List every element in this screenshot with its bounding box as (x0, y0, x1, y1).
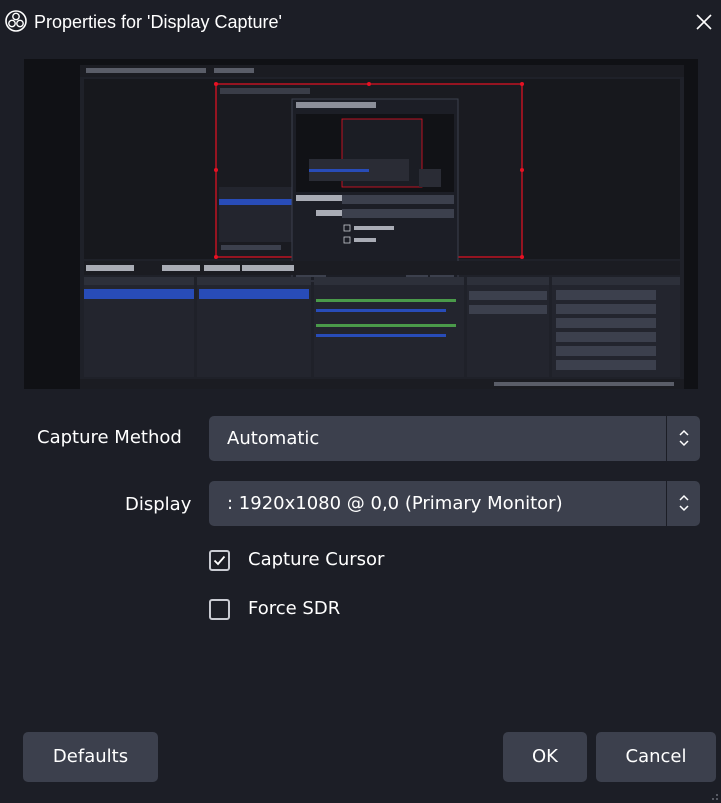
resize-grip-icon[interactable] (709, 791, 719, 801)
ok-button[interactable]: OK (503, 732, 587, 782)
obs-logo-icon (5, 10, 27, 32)
display-label: Display (125, 494, 192, 515)
up-down-chevron-icon (679, 494, 689, 512)
checkmark-icon (213, 555, 226, 566)
capture-method-value: Automatic (227, 428, 320, 449)
title-bar: Properties for 'Display Capture' (0, 0, 721, 44)
display-spinner[interactable] (666, 481, 700, 526)
window-title: Properties for 'Display Capture' (34, 12, 282, 32)
capture-method-spinner[interactable] (666, 416, 700, 461)
capture-method-label: Capture Method (37, 427, 182, 448)
display-value: : 1920x1080 @ 0,0 (Primary Monitor) (227, 493, 563, 514)
force-sdr-box[interactable] (209, 599, 230, 620)
capture-cursor-label: Capture Cursor (248, 549, 385, 570)
capture-preview (24, 59, 698, 389)
defaults-button[interactable]: Defaults (23, 732, 158, 782)
cancel-button[interactable]: Cancel (596, 732, 716, 782)
up-down-chevron-icon (679, 429, 689, 447)
capture-cursor-box[interactable] (209, 550, 230, 571)
preview-canvas (24, 59, 698, 389)
force-sdr-label: Force SDR (248, 598, 341, 619)
capture-method-select[interactable]: Automatic (209, 416, 700, 461)
close-icon[interactable] (688, 6, 720, 38)
display-select[interactable]: : 1920x1080 @ 0,0 (Primary Monitor) (209, 481, 700, 526)
